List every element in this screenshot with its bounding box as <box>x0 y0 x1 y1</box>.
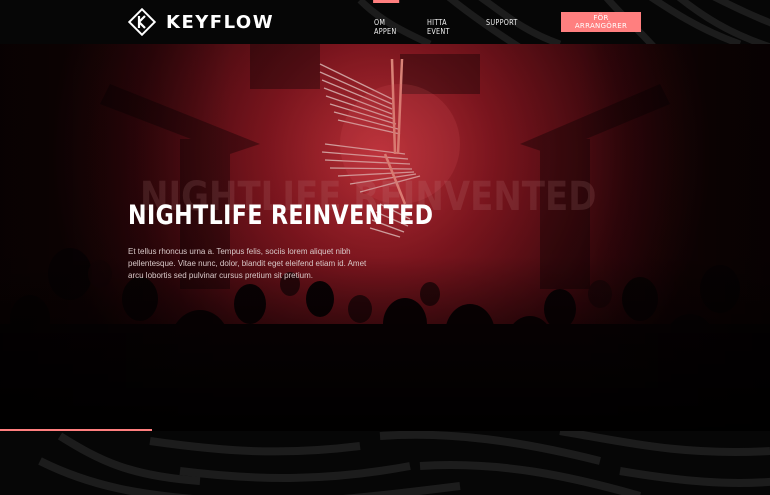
for-organizers-button[interactable]: FÖR ARRANGÖRER <box>561 12 641 32</box>
nav-item-support[interactable]: SUPPORT <box>486 18 518 27</box>
hero-accent-line <box>0 429 152 431</box>
diamond-k-logo-icon <box>128 8 156 36</box>
nav-item-hitta-event[interactable]: HITTA EVENT <box>427 18 450 36</box>
hero-title: NIGHTLIFE REINVENTED <box>128 200 434 231</box>
hero-description: Et tellus rhoncus urna a. Tempus felis, … <box>128 247 367 280</box>
brand-name: KEYFLOW <box>166 11 275 33</box>
nav-item-om-appen[interactable]: OM APPEN <box>373 0 400 36</box>
brand-logo[interactable]: KEYFLOW <box>128 8 274 36</box>
site-header: KEYFLOW OM APPEN HITTA EVENT SUPPORT FÖR… <box>0 0 770 44</box>
footer-background-pattern <box>0 431 770 495</box>
hero-background-image <box>0 44 770 431</box>
hero-section: NIGHTLIFE REINVENTED NIGHTLIFE REINVENTE… <box>0 44 770 431</box>
